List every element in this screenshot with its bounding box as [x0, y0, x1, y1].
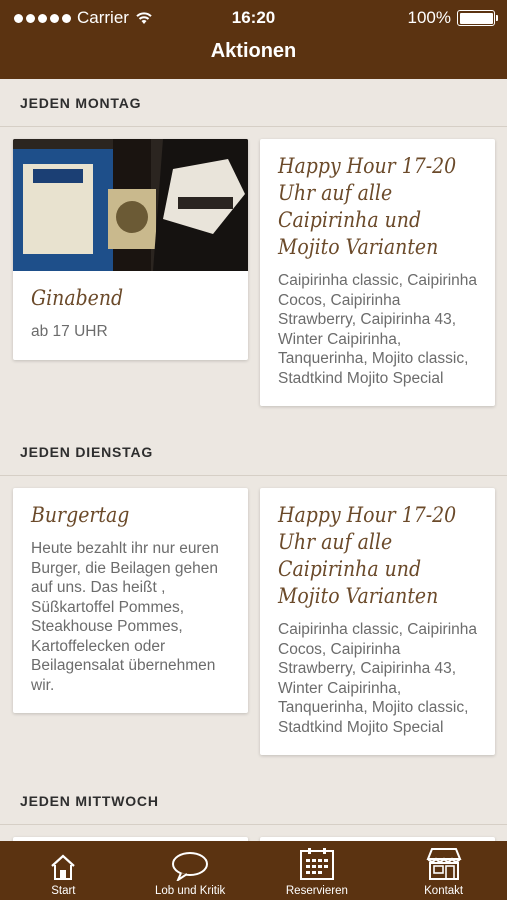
app-header: Carrier 16:20 100% Aktionen: [0, 0, 507, 79]
home-icon: [51, 854, 76, 880]
action-card[interactable]: Ginabend ab 17 UHR: [13, 139, 248, 360]
tab-label: Start: [51, 885, 76, 897]
action-card[interactable]: Happy Hour 17-20 Uhr auf alle Caipirinha…: [260, 139, 495, 406]
tab-kontakt[interactable]: Kontakt: [380, 841, 507, 900]
section-row: [0, 825, 507, 841]
card-text: ab 17 UHR: [31, 323, 108, 340]
tab-label: Reservieren: [285, 885, 348, 897]
storefront-icon: [426, 848, 462, 880]
card-text: Heute bezahlt ihr nur euren Burger, die …: [31, 540, 219, 694]
tab-start[interactable]: Start: [0, 841, 127, 900]
action-card[interactable]: Burgertag Heute bezahlt ihr nur euren Bu…: [13, 488, 248, 713]
card-title: Burgertag: [31, 503, 130, 527]
card-text: Caipirinha classic, Caipirinha Cocos, Ca…: [278, 272, 478, 387]
section-row: Burgertag Heute bezahlt ihr nur euren Bu…: [0, 476, 507, 777]
page-title: Aktionen: [210, 40, 297, 62]
tab-lob-und-kritik[interactable]: Lob und Kritik: [127, 841, 254, 900]
card-title: Ginabend: [31, 286, 124, 310]
tab-label: Lob und Kritik: [154, 885, 226, 897]
tab-reservieren[interactable]: Reservieren: [254, 841, 381, 900]
card-text: Caipirinha classic, Caipirinha Cocos, Ca…: [278, 621, 478, 736]
actions-list[interactable]: JEDEN MONTAG Ginabend ab 17 UHR Happy Ho…: [0, 79, 507, 841]
tab-label: Kontakt: [424, 885, 464, 897]
action-card[interactable]: Happy Hour 17-20 Uhr auf alle Caipirinha…: [260, 488, 495, 755]
section-heading: JEDEN DIENSTAG: [0, 428, 507, 476]
tab-bar: Start Lob und Kritik Reservieren Kontakt: [0, 841, 507, 900]
gin-bottles-photo: [13, 139, 248, 271]
section-heading: JEDEN MITTWOCH: [0, 777, 507, 825]
battery-icon: [457, 10, 498, 26]
card-title: Happy Hour 17-20 Uhr auf alle Caipirinha…: [278, 154, 457, 259]
section-row: Ginabend ab 17 UHR Happy Hour 17-20 Uhr …: [0, 127, 507, 428]
battery-percent: 100%: [407, 8, 451, 27]
speech-bubble-icon: [172, 852, 209, 881]
card-title: Happy Hour 17-20 Uhr auf alle Caipirinha…: [278, 503, 457, 608]
section-heading: JEDEN MONTAG: [0, 79, 507, 127]
status-bar: Carrier 16:20 100%: [0, 8, 507, 30]
calendar-icon: [299, 848, 334, 880]
